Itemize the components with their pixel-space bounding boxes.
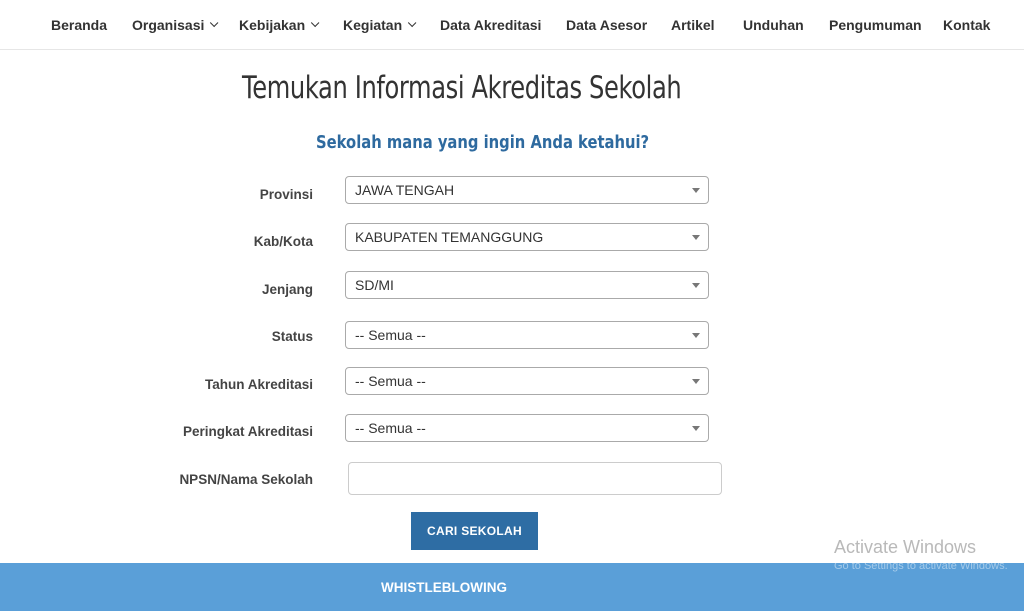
kabkota-select[interactable]: KABUPATEN TEMANGGUNG bbox=[345, 223, 709, 251]
page-subtitle: Sekolah mana yang ingin Anda ketahui? bbox=[316, 132, 650, 153]
tahun-akreditasi-value: -- Semua -- bbox=[355, 373, 426, 389]
nav-label: Beranda bbox=[51, 17, 108, 33]
nav-label: Pengumuman bbox=[829, 17, 922, 33]
activate-windows-subtext: Go to Settings to activate Windows. bbox=[834, 560, 1008, 572]
nav-label: Data Asesor bbox=[566, 17, 648, 33]
npsn-input[interactable] bbox=[348, 462, 722, 495]
nav-label: Data Akreditasi bbox=[440, 17, 542, 33]
nav-item-pengumuman[interactable]: Pengumuman bbox=[829, 17, 922, 33]
jenjang-label: Jenjang bbox=[261, 282, 313, 297]
dropdown-arrow-icon bbox=[692, 426, 700, 431]
dropdown-arrow-icon bbox=[692, 333, 700, 338]
kabkota-label: Kab/Kota bbox=[253, 234, 313, 249]
nav-label: Unduhan bbox=[743, 17, 804, 33]
search-school-button[interactable]: CARI SEKOLAH bbox=[411, 512, 538, 550]
dropdown-arrow-icon bbox=[692, 235, 700, 240]
whistleblowing-link[interactable]: WHISTLEBLOWING bbox=[381, 580, 507, 595]
nav-item-kebijakan[interactable]: Kebijakan bbox=[239, 17, 320, 33]
page-title: Temukan Informasi Akreditas Sekolah bbox=[242, 70, 682, 106]
chevron-down-icon bbox=[311, 18, 320, 28]
status-value: -- Semua -- bbox=[355, 327, 426, 343]
tahun-akreditasi-select[interactable]: -- Semua -- bbox=[345, 367, 709, 395]
chevron-down-icon bbox=[408, 18, 417, 28]
activate-windows-watermark: Activate Windows bbox=[834, 537, 977, 557]
nav-label: Kegiatan bbox=[343, 17, 403, 33]
dropdown-arrow-icon bbox=[692, 283, 700, 288]
tahun-akreditasi-label: Tahun Akreditasi bbox=[204, 377, 313, 392]
nav-item-data-asesor[interactable]: Data Asesor bbox=[566, 17, 647, 33]
provinsi-select[interactable]: JAWA TENGAH bbox=[345, 176, 709, 204]
jenjang-select[interactable]: SD/MI bbox=[345, 271, 709, 299]
nav-label: Kebijakan bbox=[239, 17, 306, 33]
nav-item-artikel[interactable]: Artikel bbox=[671, 17, 715, 33]
nav-item-data-akreditasi[interactable]: Data Akreditasi bbox=[440, 17, 541, 33]
peringkat-akreditasi-value: -- Semua -- bbox=[355, 420, 426, 436]
peringkat-akreditasi-select[interactable]: -- Semua -- bbox=[345, 414, 709, 442]
nav-item-unduhan[interactable]: Unduhan bbox=[743, 17, 804, 33]
nav-label: Kontak bbox=[943, 17, 991, 33]
nav-label: Organisasi bbox=[132, 17, 205, 33]
npsn-label: NPSN/Nama Sekolah bbox=[179, 472, 313, 487]
provinsi-value: JAWA TENGAH bbox=[355, 182, 455, 198]
dropdown-arrow-icon bbox=[692, 379, 700, 384]
nav-item-kontak[interactable]: Kontak bbox=[943, 17, 990, 33]
provinsi-label: Provinsi bbox=[259, 187, 313, 202]
kabkota-value: KABUPATEN TEMANGGUNG bbox=[355, 229, 544, 245]
status-label: Status bbox=[271, 329, 313, 344]
nav-label: Artikel bbox=[671, 17, 715, 33]
status-select[interactable]: -- Semua -- bbox=[345, 321, 709, 349]
top-navbar: Beranda Organisasi Kebijakan Kegiatan Da… bbox=[0, 0, 1024, 50]
jenjang-value: SD/MI bbox=[355, 277, 394, 293]
nav-item-organisasi[interactable]: Organisasi bbox=[132, 17, 219, 33]
dropdown-arrow-icon bbox=[692, 188, 700, 193]
chevron-down-icon bbox=[210, 18, 219, 28]
nav-item-kegiatan[interactable]: Kegiatan bbox=[343, 17, 417, 33]
peringkat-akreditasi-label: Peringkat Akreditasi bbox=[182, 424, 313, 439]
nav-item-beranda[interactable]: Beranda bbox=[51, 17, 107, 33]
